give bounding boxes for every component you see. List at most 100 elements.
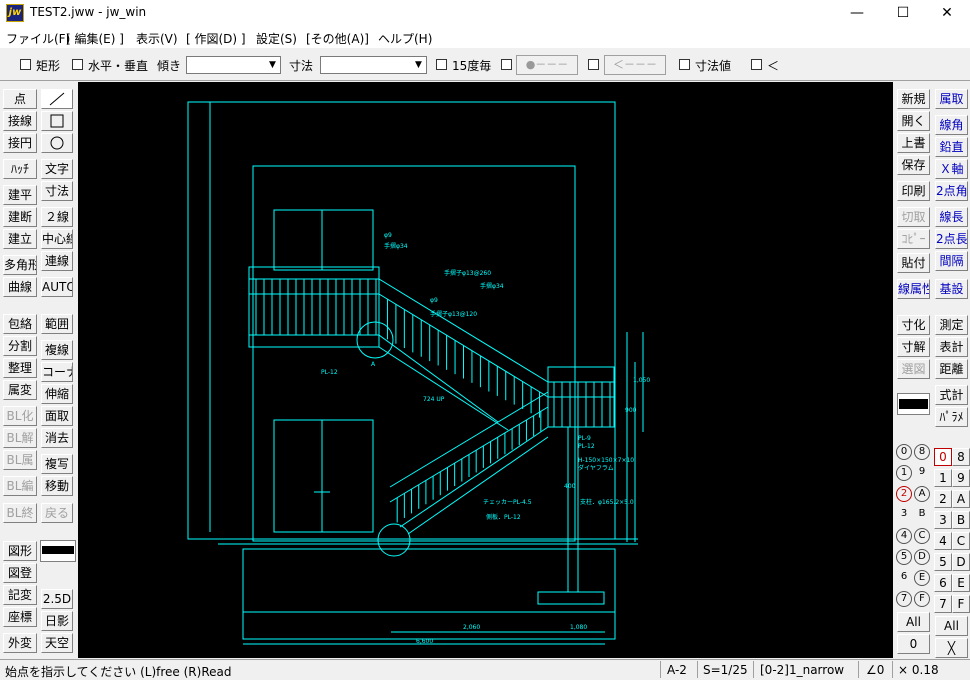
- layer-group-e[interactable]: E: [914, 570, 930, 586]
- status-paper[interactable]: A-2: [667, 663, 687, 677]
- layer-group-0[interactable]: 0: [896, 444, 912, 460]
- tool-rectangle[interactable]: [41, 111, 73, 131]
- line-angle-button[interactable]: 線角: [935, 115, 968, 135]
- tool-continuous-line[interactable]: 連線: [41, 251, 73, 271]
- layer-group-1[interactable]: 1: [896, 465, 912, 481]
- dim-make-button[interactable]: 寸化: [897, 315, 930, 335]
- layer-group-2[interactable]: 2: [896, 486, 912, 502]
- layer-group-5[interactable]: 5: [896, 549, 912, 565]
- tool-shadow[interactable]: 日影: [41, 611, 73, 631]
- formula-button[interactable]: 式計: [935, 385, 968, 405]
- tool-envelope[interactable]: 包絡: [3, 314, 37, 334]
- menu-edit[interactable]: [ 編集(E) ]: [66, 30, 124, 47]
- line-style-preview[interactable]: [40, 540, 76, 562]
- file-save-button[interactable]: 保存: [897, 155, 930, 175]
- tool-offset[interactable]: 複線: [41, 340, 73, 360]
- tool-arrange[interactable]: 整理: [3, 358, 37, 378]
- line-length-button[interactable]: 線長: [935, 207, 968, 227]
- file-overwrite-button[interactable]: 上書: [897, 133, 930, 153]
- layer-5[interactable]: 5: [934, 553, 952, 571]
- menu-other[interactable]: [その他(A)]: [306, 30, 369, 47]
- parameter-button[interactable]: ﾊﾟﾗﾒ: [935, 407, 968, 427]
- tool-center-line[interactable]: 中心線: [41, 229, 73, 249]
- linetype-button[interactable]: ＜－－－: [604, 55, 666, 75]
- tool-elevation[interactable]: 建立: [3, 229, 37, 249]
- tool-corner[interactable]: コーナー: [41, 362, 73, 382]
- tool-hatch[interactable]: ﾊｯﾁ: [3, 159, 37, 179]
- close-button[interactable]: ✕: [924, 0, 970, 26]
- status-magnification[interactable]: × 0.18: [898, 663, 939, 677]
- menu-file[interactable]: ファイル(F): [6, 30, 70, 47]
- layer-group-3[interactable]: 3: [896, 507, 912, 523]
- layer-2[interactable]: 2: [934, 490, 952, 508]
- tool-double-line[interactable]: ２線: [41, 207, 73, 227]
- tool-move[interactable]: 移動: [41, 476, 73, 496]
- tool-range[interactable]: 範囲: [41, 314, 73, 334]
- cut-button[interactable]: 切取: [897, 207, 930, 227]
- tool-section[interactable]: 建断: [3, 207, 37, 227]
- layer-0[interactable]: 0: [934, 448, 952, 466]
- layer-c[interactable]: C: [952, 532, 970, 550]
- tool-point[interactable]: 点: [3, 89, 37, 109]
- paste-button[interactable]: 貼付: [897, 253, 930, 273]
- drawing-canvas[interactable]: φ9 手摺φ34 手摺子φ13@260 手摺φ34 φ9 手摺子φ13@120 …: [78, 82, 893, 658]
- layer-group-4[interactable]: 4: [896, 528, 912, 544]
- layer-7[interactable]: 7: [934, 595, 952, 613]
- x-axis-button[interactable]: Ｘ軸: [935, 159, 968, 179]
- layer-group-d[interactable]: D: [914, 549, 930, 565]
- layer-9[interactable]: 9: [952, 469, 970, 487]
- point-type-button[interactable]: ●－－－: [516, 55, 578, 75]
- layer-group-8[interactable]: 8: [914, 444, 930, 460]
- layer-group-9[interactable]: 9: [914, 465, 930, 481]
- file-new-button[interactable]: 新規: [897, 89, 930, 109]
- tool-line[interactable]: [41, 89, 73, 109]
- hv-checkbox[interactable]: [72, 59, 83, 70]
- deg15-checkbox[interactable]: [436, 59, 447, 70]
- point-checkbox[interactable]: [501, 59, 512, 70]
- status-layer[interactable]: [0-2]1_narrow: [760, 663, 844, 677]
- tool-tangent[interactable]: 接線: [3, 111, 37, 131]
- linetype-checkbox[interactable]: [588, 59, 599, 70]
- maximize-button[interactable]: ☐: [880, 0, 926, 26]
- select-figure-button[interactable]: 選図: [897, 359, 930, 379]
- tool-bl-attr[interactable]: BL属: [3, 450, 37, 470]
- print-button[interactable]: 印刷: [897, 181, 930, 201]
- tool-circle[interactable]: [41, 133, 73, 153]
- two-point-length-button[interactable]: 2点長: [935, 229, 968, 249]
- tool-note-change[interactable]: 記変: [3, 585, 37, 605]
- tool-stretch[interactable]: 伸縮: [41, 384, 73, 404]
- tool-dimension[interactable]: 寸法: [41, 181, 73, 201]
- tool-tangent-circle[interactable]: 接円: [3, 133, 37, 153]
- menu-settings[interactable]: 設定(S): [256, 30, 297, 47]
- tool-divide[interactable]: 分割: [3, 336, 37, 356]
- distance-button[interactable]: 距離: [935, 359, 968, 379]
- base-set-button[interactable]: 基設: [935, 279, 968, 299]
- layer-x-button[interactable]: ╳: [935, 638, 968, 658]
- copy-button[interactable]: ｺﾋﾟｰ: [897, 229, 930, 249]
- dim-release-button[interactable]: 寸解: [897, 337, 930, 357]
- tilt-combo[interactable]: ▼: [186, 56, 281, 74]
- tool-auto[interactable]: AUTO: [41, 277, 73, 297]
- tool-coordinate[interactable]: 座標: [3, 607, 37, 627]
- two-point-angle-button[interactable]: 2点角: [935, 181, 968, 201]
- tool-figure-register[interactable]: 図登: [3, 563, 37, 583]
- layer-3[interactable]: 3: [934, 511, 952, 529]
- layer-group-6[interactable]: 6: [896, 570, 912, 586]
- tool-undo[interactable]: 戻る: [41, 503, 73, 523]
- minimize-button[interactable]: —: [834, 0, 880, 26]
- layer-group-b[interactable]: B: [914, 507, 930, 523]
- layer-group-a[interactable]: A: [914, 486, 930, 502]
- tool-external-change[interactable]: 外変: [3, 633, 37, 653]
- layer-b[interactable]: B: [952, 511, 970, 529]
- tool-erase[interactable]: 消去: [41, 428, 73, 448]
- tool-attr-change[interactable]: 属変: [3, 380, 37, 400]
- file-open-button[interactable]: 開く: [897, 111, 930, 131]
- tool-bl-edit[interactable]: BL編: [3, 476, 37, 496]
- line-attr-button[interactable]: 線属性: [897, 279, 930, 299]
- layer-d[interactable]: D: [952, 553, 970, 571]
- layer-group-7[interactable]: 7: [896, 591, 912, 607]
- layer-1[interactable]: 1: [934, 469, 952, 487]
- menu-help[interactable]: ヘルプ(H): [378, 30, 432, 47]
- vertical-button[interactable]: 鉛直: [935, 137, 968, 157]
- layer-group-zero-button[interactable]: 0: [897, 634, 930, 654]
